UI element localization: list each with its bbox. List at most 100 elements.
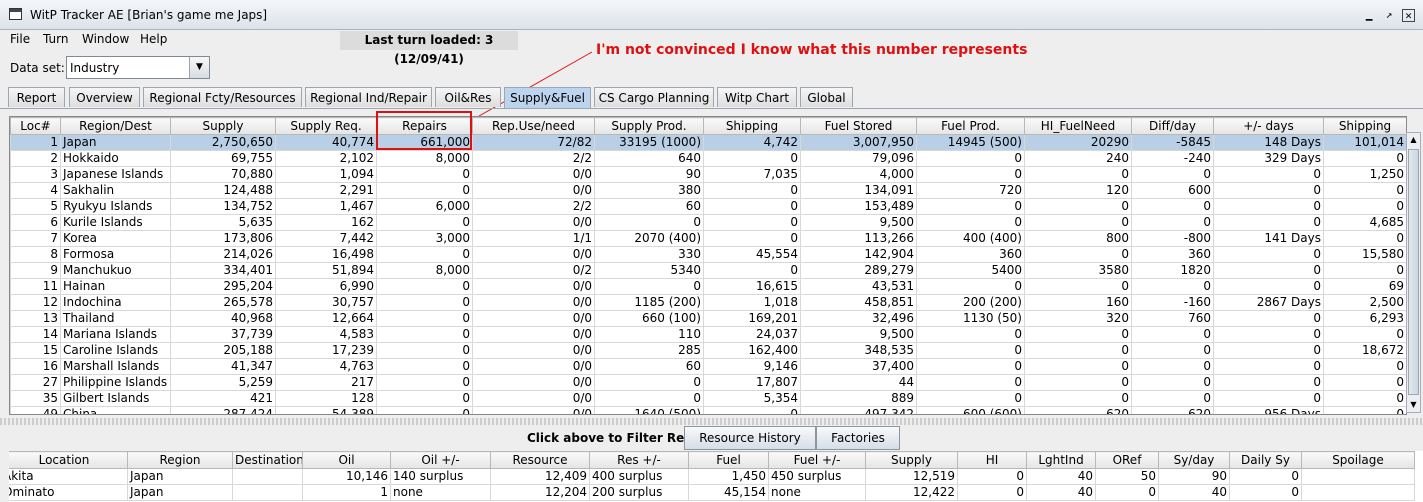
table-cell: 24,037 (703, 326, 801, 343)
main_table-header[interactable]: +/- days (1213, 117, 1324, 135)
scroll-down-icon[interactable]: ▼ (1407, 398, 1420, 412)
table-row[interactable]: 3 Japanese Islands 70,880 1,094 0 0/0 90 7,035 4… (10, 166, 1406, 183)
table-cell: Indochina (60, 294, 171, 311)
bottom_table-header[interactable]: Location (9, 451, 128, 469)
tab-regional-fcty-resources[interactable]: Regional Fcty/Resources (143, 87, 302, 107)
menu-help[interactable]: Help (140, 32, 167, 46)
bottom_table-header[interactable]: LghtInd (1026, 451, 1096, 469)
table-cell: 12,519 (865, 468, 958, 485)
menu-turn[interactable]: Turn (43, 32, 68, 46)
dataset-select[interactable]: Industry ▼ (66, 56, 210, 79)
table-cell: 7,035 (703, 166, 801, 183)
close-icon[interactable]: ✕ (1402, 9, 1415, 22)
bottom_table-header[interactable]: Region (127, 451, 233, 469)
table-cell: 0 (1131, 278, 1214, 295)
table-cell: 0 (1213, 262, 1324, 279)
scrollbar-thumb[interactable] (1408, 149, 1419, 395)
bottom_table-header[interactable]: ORef (1095, 451, 1159, 469)
main_table-header[interactable]: Fuel Prod. (916, 117, 1025, 135)
table-cell: 0 (1213, 198, 1324, 215)
table-cell: 37,739 (170, 326, 276, 343)
main_table-header[interactable]: Rep.Use/need (472, 117, 595, 135)
table-cell: 0 (1213, 358, 1324, 375)
maximize-icon[interactable]: ↗ (1382, 9, 1396, 22)
bottom_table-header[interactable]: Spoilage (1301, 451, 1415, 469)
tab-global[interactable]: Global (800, 87, 853, 107)
table-scrollbar[interactable]: ▲ ▼ (1406, 132, 1421, 413)
table-row[interactable]: 5 Ryukyu Islands 134,752 1,467 6,000 2/2 60 0 15… (10, 198, 1406, 215)
location-table[interactable]: Location Region Destination Oil Oil +/- Resou… (9, 451, 1423, 502)
table-row[interactable]: 8 Formosa 214,026 16,498 0 0/0 330 45,554 142,90… (10, 246, 1406, 263)
table-row[interactable]: 11 Hainan 295,204 6,990 0 0/0 0 16,615 43,531 0 0 0… (10, 278, 1406, 295)
bottom_table-header[interactable]: HI (957, 451, 1027, 469)
bottom_table-header[interactable]: Res +/- (589, 451, 689, 469)
table-row[interactable]: AkitaJapan 10,146140 surplus12,409400 sur… (9, 468, 1415, 485)
table-row[interactable]: 1 Japan 2,750,650 40,774 661,000 72/82 33195 (… (10, 134, 1406, 151)
table-cell: 0/0 (472, 406, 595, 414)
main_table-header[interactable]: HI_FuelNeed (1024, 117, 1132, 135)
table-row[interactable]: OminatoJapan1none12,204200 surplus45,154… (9, 484, 1415, 501)
table-row[interactable]: 4 Sakhalin 124,488 2,291 0 0/0 380 0 134,091 720 1… (10, 182, 1406, 199)
table-row[interactable]: 35 Gilbert Islands 421 128 0 0/0 0 5,354 889 0 0 0 0… (10, 390, 1406, 407)
table-cell: Thailand (60, 310, 171, 327)
main_table-header[interactable]: Supply (170, 117, 276, 135)
bottom_table-header[interactable]: Resource (490, 451, 590, 469)
main_table-header[interactable]: Shipping (703, 117, 801, 135)
table-cell: 348,535 (800, 342, 917, 359)
table-cell: 134,091 (800, 182, 917, 199)
supply-fuel-table[interactable]: Loc# Region/Dest Supply Supply Req. Repairs R… (9, 116, 1407, 415)
table-cell: 760 (1131, 310, 1214, 327)
table-cell: 0 (703, 230, 801, 247)
bottom_table-header[interactable]: Fuel (688, 451, 769, 469)
table-cell: 12,422 (865, 484, 958, 501)
tab-oil-res[interactable]: Oil&Res (435, 87, 501, 107)
table-row[interactable]: 2 Hokkaido 69,755 2,102 8,000 2/2 640 0 79,096 0 2… (10, 150, 1406, 167)
resource-history-button[interactable]: Resource History (684, 426, 816, 450)
table-row[interactable]: 12 Indochina 265,578 30,757 0 0/0 1185 (200) 1,… (10, 294, 1406, 311)
main_table-header[interactable]: Shipping (1323, 117, 1406, 135)
table-cell: Sakhalin (60, 182, 171, 199)
table-cell: 0 (1323, 374, 1406, 391)
table-row[interactable]: 49 China 287,424 54,389 0 0/0 1640 (500) 0 497,3… (10, 406, 1406, 414)
main_table-header[interactable]: Loc# (10, 117, 61, 135)
table-cell: 9,500 (800, 214, 917, 231)
bottom_table-header[interactable]: Destination (232, 451, 303, 469)
table-row[interactable]: 13 Thailand 40,968 12,664 0 0/0 660 (100) 169,2… (10, 310, 1406, 327)
tab-supply-fuel[interactable]: Supply&Fuel (504, 87, 591, 108)
chevron-down-icon[interactable]: ▼ (189, 57, 209, 78)
table-cell: 0 (1024, 358, 1132, 375)
main_table-header[interactable]: Supply Prod. (594, 117, 704, 135)
main_table-header[interactable]: Region/Dest (60, 117, 171, 135)
table-row[interactable]: 9 Manchukuo 334,401 51,894 8,000 0/2 5340 0 289,… (10, 262, 1406, 279)
tab-regional-ind-repair[interactable]: Regional Ind/Repair (305, 87, 432, 107)
table-row[interactable]: 14 Mariana Islands 37,739 4,583 0 0/0 110 24,03… (10, 326, 1406, 343)
bottom_table-header[interactable]: Fuel +/- (768, 451, 866, 469)
table-row[interactable]: 27 Philippine Islands 5,259 217 0 0/0 0 17,807 4… (10, 374, 1406, 391)
tab-witp-chart[interactable]: Witp Chart (717, 87, 797, 107)
main_table-header[interactable]: Supply Req. (275, 117, 377, 135)
main_table-header[interactable]: Fuel Stored (800, 117, 917, 135)
table-row[interactable]: 16 Marshall Islands 41,347 4,763 0 0/0 60 9,146… (10, 358, 1406, 375)
bottom_table-header[interactable]: Oil +/- (390, 451, 491, 469)
scroll-up-icon[interactable]: ▲ (1407, 133, 1420, 147)
bottom_table-header[interactable]: Supply (865, 451, 958, 469)
table-cell: Hainan (60, 278, 171, 295)
main_table-header[interactable]: Diff/day (1131, 117, 1214, 135)
menu-file[interactable]: File (10, 32, 30, 46)
tab-cs-cargo-planning[interactable]: CS Cargo Planning (594, 87, 714, 107)
split-pane-divider[interactable] (0, 418, 1423, 425)
bottom_table-header[interactable]: Daily Sy (1229, 451, 1302, 469)
minimize-icon[interactable]: ▁ (1362, 9, 1376, 22)
bottom_table-header[interactable]: Sy/day (1158, 451, 1230, 469)
table-row[interactable]: 7 Korea 173,806 7,442 3,000 1/1 2070 (400) 0 113… (10, 230, 1406, 247)
table-row[interactable]: 15 Caroline Islands 205,188 17,239 0 0/0 285 16… (10, 342, 1406, 359)
table-cell: Japanese Islands (60, 166, 171, 183)
table-cell: Japan (127, 468, 233, 485)
factories-button[interactable]: Factories (816, 426, 900, 450)
bottom_table-header[interactable]: Oil (302, 451, 391, 469)
menu-window[interactable]: Window (82, 32, 129, 46)
table-cell: 45,554 (703, 246, 801, 263)
tab-report[interactable]: Report (8, 87, 65, 107)
table-row[interactable]: 6 Kurile Islands 5,635 162 0 0/0 0 0 9,500 0 0 0 0 4,… (10, 214, 1406, 231)
tab-overview[interactable]: Overview (69, 87, 140, 107)
